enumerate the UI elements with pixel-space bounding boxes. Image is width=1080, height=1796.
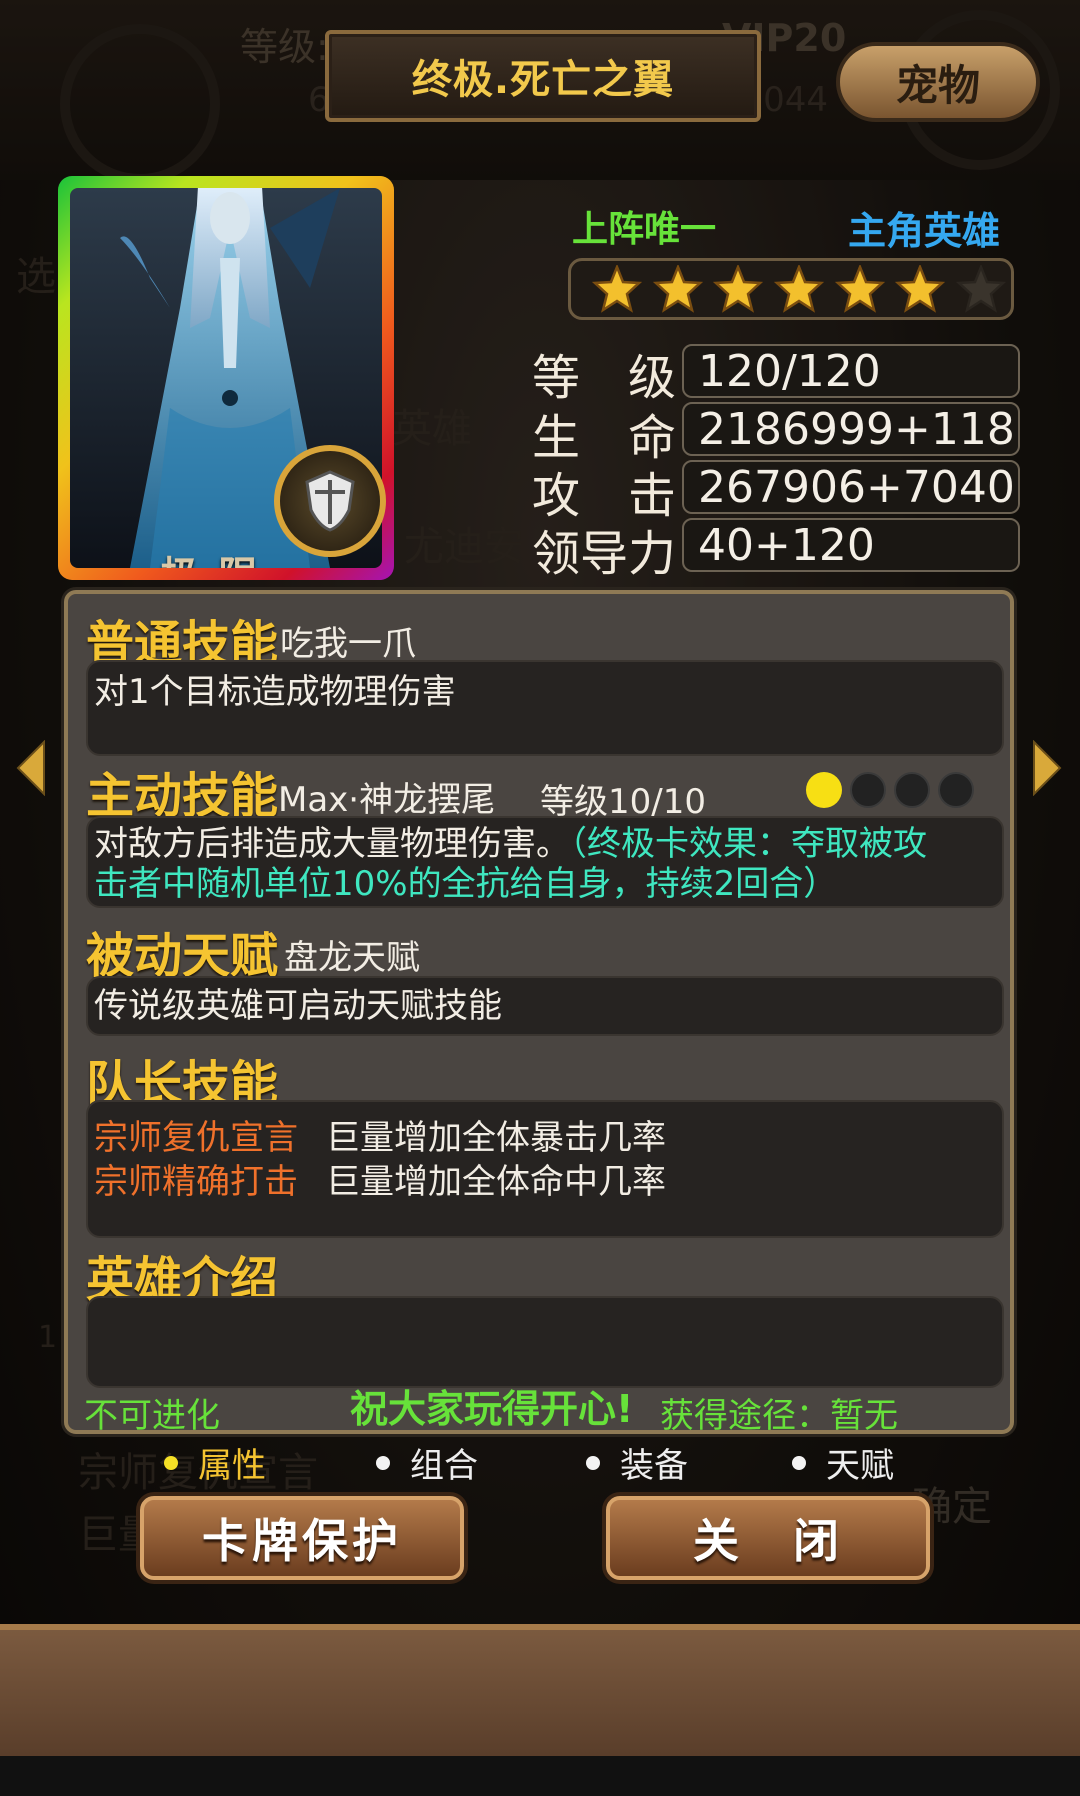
star-filled-icon [708, 261, 769, 317]
skill-upgrade-dot-filled [806, 772, 842, 808]
hero-title-bar: 终极.死亡之翼 [325, 30, 761, 122]
passive-skill-desc: 传说级英雄可启动天赋技能 [94, 986, 502, 1026]
star-filled-icon [648, 261, 709, 317]
main-hero-tag: 主角英雄 [848, 209, 1001, 253]
card-protect-button[interactable]: 卡牌保护 [140, 1496, 464, 1580]
tab-label: 天赋 [826, 1446, 894, 1486]
active-skill-ultimate-effect: （终极卡效果：夺取被攻 [570, 824, 927, 864]
tab-dot [164, 1455, 178, 1470]
evolve-note: 不可进化 [84, 1396, 220, 1436]
passive-skill-name: 盘龙天赋 [284, 938, 420, 978]
normal-skill-desc: 对1个目标造成物理伤害 [94, 672, 456, 712]
bottom-edge [0, 1756, 1080, 1796]
pet-button[interactable]: 宠物 [836, 42, 1040, 122]
active-skill-desc: 对敌方后排造成大量物理伤害。（终极卡效果：夺取被攻 [94, 824, 994, 864]
star-filled-icon [587, 261, 648, 317]
sword-shield-icon [305, 470, 355, 532]
star-filled-icon [829, 261, 890, 317]
source-note: 获得途径：暂无 [660, 1396, 898, 1436]
hero-name: 终极.死亡之翼 [411, 57, 675, 103]
next-hero-arrow-icon[interactable] [1030, 740, 1064, 796]
normal-skill-name: 吃我一爪 [280, 624, 416, 664]
prev-hero-arrow-icon[interactable] [14, 740, 48, 796]
hero-detail-screen: { "background": { "level_text": "等级:200"… [0, 0, 1080, 1796]
leader-skill-desc-1: 巨量增加全体暴击几率 [326, 1118, 666, 1158]
stat-value-leadership: 40+120 [682, 518, 1020, 572]
limit-label: 极限 [160, 544, 276, 568]
stat-value-hp: 2186999+1187870 [682, 402, 1020, 456]
tab-label: 装备 [620, 1446, 688, 1486]
leader-skill-name-1: 宗师复仇宣言 [94, 1118, 298, 1158]
tab-combo[interactable]: 组合 [376, 1438, 478, 1487]
wish-note: 祝大家玩得开心! [350, 1387, 634, 1431]
skill-upgrade-dot-empty [850, 772, 886, 808]
active-skill-ultimate-effect-cont: 击者中随机单位10%的全抗给自身，持续2回合） [94, 864, 838, 904]
tab-label: 属性 [198, 1446, 266, 1486]
tab-dot [586, 1455, 600, 1470]
stat-label-leadership: 领导力 [532, 526, 677, 582]
tab-label: 组合 [410, 1446, 478, 1486]
active-skill-name: Max·神龙摆尾 [278, 780, 496, 820]
star-rating [568, 258, 1014, 320]
unique-tag: 上阵唯一 [572, 209, 717, 250]
stat-value-attack: 267906+704014 [682, 460, 1020, 514]
star-empty-icon [950, 261, 1011, 317]
tab-attributes[interactable]: 属性 [164, 1438, 266, 1487]
skill-upgrade-dot-empty [938, 772, 974, 808]
star-filled-icon [890, 261, 951, 317]
tab-talent[interactable]: 天赋 [792, 1438, 894, 1487]
tab-dot [376, 1455, 390, 1470]
class-badge [274, 445, 386, 557]
hero-intro-box [86, 1296, 1004, 1388]
active-skill-desc-main: 对敌方后排造成大量物理伤害。 [94, 824, 570, 864]
tab-equipment[interactable]: 装备 [586, 1438, 688, 1487]
skill-upgrade-dot-empty [894, 772, 930, 808]
star-filled-icon [769, 261, 830, 317]
stat-value-level: 120/120 [682, 344, 1020, 398]
tab-dot [792, 1455, 806, 1470]
leader-skill-desc-2: 巨量增加全体命中几率 [326, 1162, 666, 1202]
leader-skill-name-2: 宗师精确打击 [94, 1162, 298, 1202]
close-button[interactable]: 关 闭 [606, 1496, 930, 1580]
